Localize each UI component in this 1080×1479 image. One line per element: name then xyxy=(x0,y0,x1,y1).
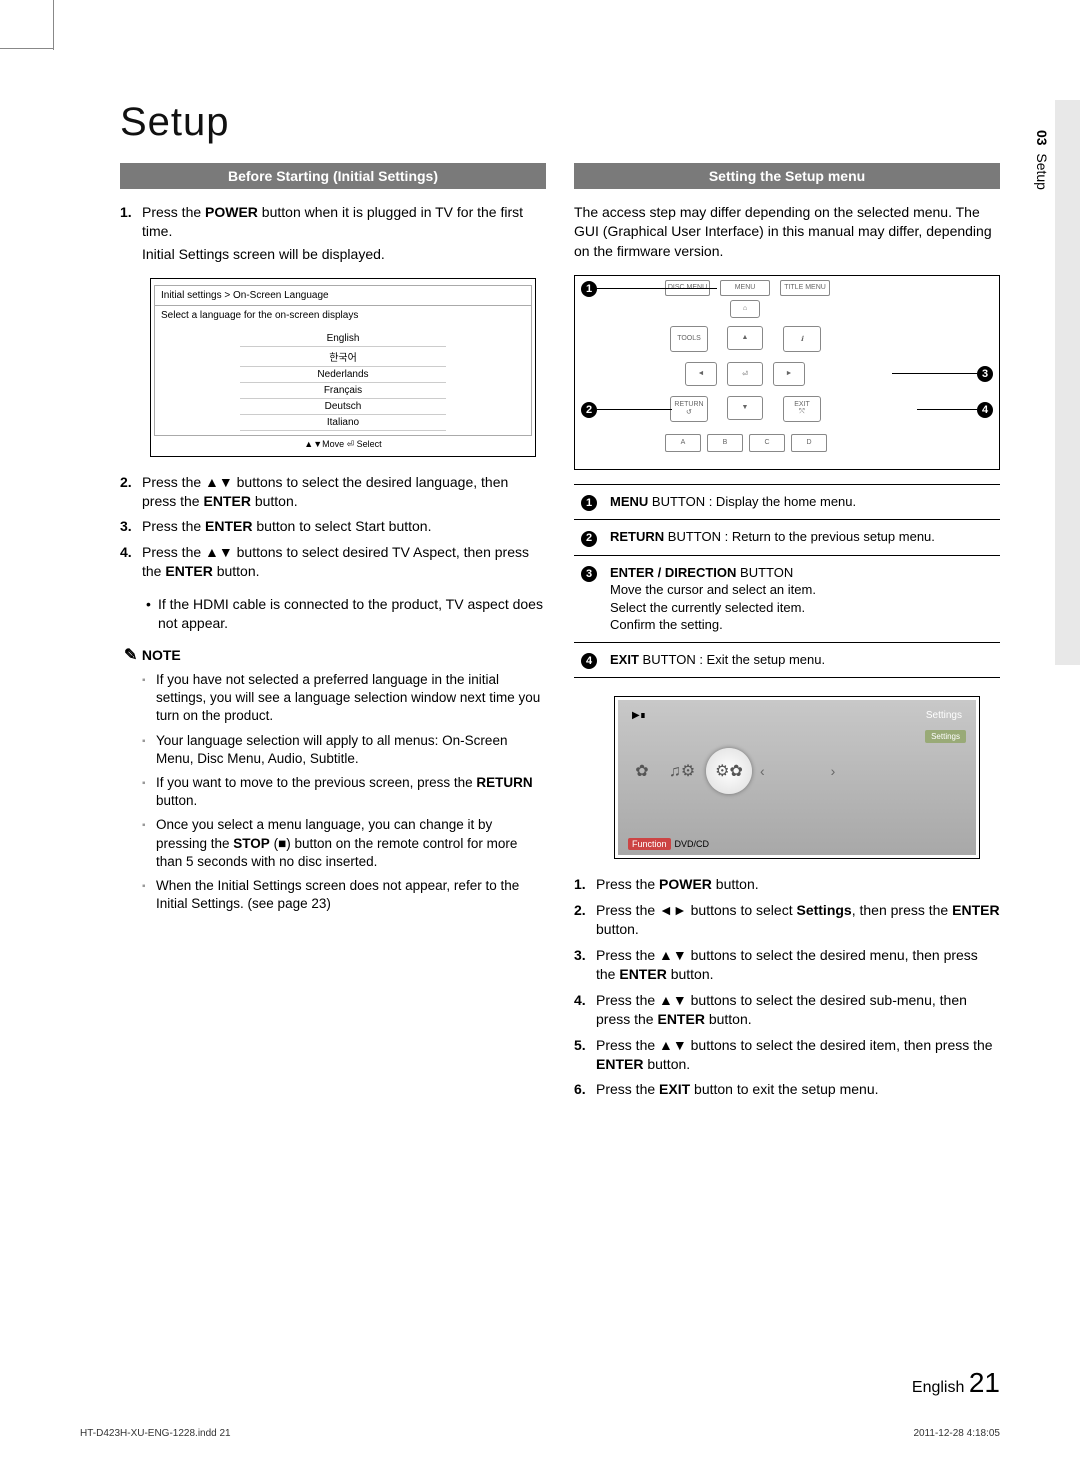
lang-option: English xyxy=(240,331,447,347)
down-button: ▼ xyxy=(727,396,763,420)
page-footer: English 21 xyxy=(912,1367,1000,1399)
right-step-1: Press the POWER button. xyxy=(574,875,1000,894)
right-step-2: Press the ◄► buttons to select Settings,… xyxy=(574,901,1000,939)
callout-1: 1 xyxy=(581,281,717,297)
videos-icon: ✿ xyxy=(626,755,658,787)
right-column: Setting the Setup menu The access step m… xyxy=(574,163,1000,1113)
lang-option: Français xyxy=(240,383,447,399)
step-3: Press the ENTER button to select Start b… xyxy=(120,517,546,536)
return-button: RETURN↺ xyxy=(670,396,708,422)
lang-option: Nederlands xyxy=(240,367,447,383)
color-d-button: D xyxy=(791,434,827,452)
note-item: If you have not selected a preferred lan… xyxy=(120,671,546,726)
right-step-3: Press the ▲▼ buttons to select the desir… xyxy=(574,946,1000,984)
legend-row: EXIT BUTTON : Exit the setup menu. xyxy=(604,642,1000,677)
home-button: ⌂ xyxy=(730,300,760,318)
legend-table: 1MENU BUTTON : Display the home menu. 2R… xyxy=(574,484,1000,678)
step-1: Press the POWER button when it is plugge… xyxy=(120,203,546,264)
init-prompt: Select a language for the on-screen disp… xyxy=(155,305,531,325)
legend-row: MENU BUTTON : Display the home menu. xyxy=(604,484,1000,519)
note-item: Your language selection will apply to al… xyxy=(120,732,546,768)
playpause-icon: ▶∎ xyxy=(632,710,646,721)
step-1-sub: Initial Settings screen will be displaye… xyxy=(142,245,546,264)
page-title: Setup xyxy=(120,100,1000,145)
page-number: 21 xyxy=(969,1367,1000,1398)
language-list: English 한국어 Nederlands Français Deutsch … xyxy=(240,331,447,431)
init-footer-hint: ▲▼Move ⏎ Select xyxy=(154,436,532,453)
note-item: When the Initial Settings screen does no… xyxy=(120,877,546,913)
right-step-5: Press the ▲▼ buttons to select the desir… xyxy=(574,1036,1000,1074)
step-2: Press the ▲▼ buttons to select the desir… xyxy=(120,473,546,511)
legend-row: ENTER / DIRECTION BUTTONMove the cursor … xyxy=(604,555,1000,642)
lang-option: Deutsch xyxy=(240,399,447,415)
callout-2: 2 xyxy=(581,402,672,418)
enter-button: ⏎ xyxy=(727,362,763,386)
print-footer: HT-D423H-XU-ENG-1228.indd 21 2011-12-28 … xyxy=(80,1428,1000,1439)
settings-icon: ⚙✿ xyxy=(706,748,752,794)
note-item: Once you select a menu language, you can… xyxy=(120,816,546,871)
step-4-bullet: If the HDMI cable is connected to the pr… xyxy=(120,595,546,633)
remote-diagram: DISC MENU MENU TITLE MENU ⌂ TOOLS ℹ ▲ ◄ … xyxy=(574,275,1000,470)
note-item: If you want to move to the previous scre… xyxy=(120,774,546,810)
heading-before-starting: Before Starting (Initial Settings) xyxy=(120,163,546,189)
settings-pill: Settings xyxy=(925,730,966,743)
color-a-button: A xyxy=(665,434,701,452)
intro-paragraph: The access step may differ depending on … xyxy=(574,203,1000,261)
callout-3: 3 xyxy=(892,366,993,382)
initial-settings-screen: Initial settings > On-Screen Language Se… xyxy=(150,278,536,457)
music-icon: ♫⚙ xyxy=(666,755,698,787)
color-b-button: B xyxy=(707,434,743,452)
step-4: Press the ▲▼ buttons to select desired T… xyxy=(120,543,546,581)
lang-option: Italiano xyxy=(240,415,447,431)
color-c-button: C xyxy=(749,434,785,452)
legend-row: RETURN BUTTON : Return to the previous s… xyxy=(604,520,1000,555)
right-button: ► xyxy=(773,362,805,386)
title-menu-button: TITLE MENU xyxy=(780,280,830,296)
init-breadcrumb: Initial settings > On-Screen Language xyxy=(155,286,531,305)
tv-bottom-bar: FunctionDVD/CD xyxy=(628,839,709,849)
print-timestamp: 2011-12-28 4:18:05 xyxy=(913,1428,1000,1439)
tv-title: Settings xyxy=(926,710,962,721)
right-step-6: Press the EXIT button to exit the setup … xyxy=(574,1080,1000,1099)
footer-language: English xyxy=(912,1379,964,1396)
lang-option: 한국어 xyxy=(240,347,447,367)
right-arrow-icon: › xyxy=(831,763,836,779)
settings-tv-screen: ▶∎ Settings Settings ✿ ♫⚙ ⚙✿ ‹ › Functio… xyxy=(614,696,980,859)
tools-button: TOOLS xyxy=(670,326,708,352)
menu-button: MENU xyxy=(720,280,770,296)
callout-4: 4 xyxy=(917,402,993,418)
heading-setting-menu: Setting the Setup menu xyxy=(574,163,1000,189)
exit-button: EXIT⤲ xyxy=(783,396,821,422)
left-arrow-icon: ‹ xyxy=(760,763,765,779)
left-button: ◄ xyxy=(685,362,717,386)
left-column: Before Starting (Initial Settings) Press… xyxy=(120,163,546,1113)
up-button: ▲ xyxy=(727,326,763,350)
info-button: ℹ xyxy=(783,326,821,352)
note-heading: NOTE xyxy=(124,645,546,665)
right-step-4: Press the ▲▼ buttons to select the desir… xyxy=(574,991,1000,1029)
print-file: HT-D423H-XU-ENG-1228.indd 21 xyxy=(80,1428,231,1439)
